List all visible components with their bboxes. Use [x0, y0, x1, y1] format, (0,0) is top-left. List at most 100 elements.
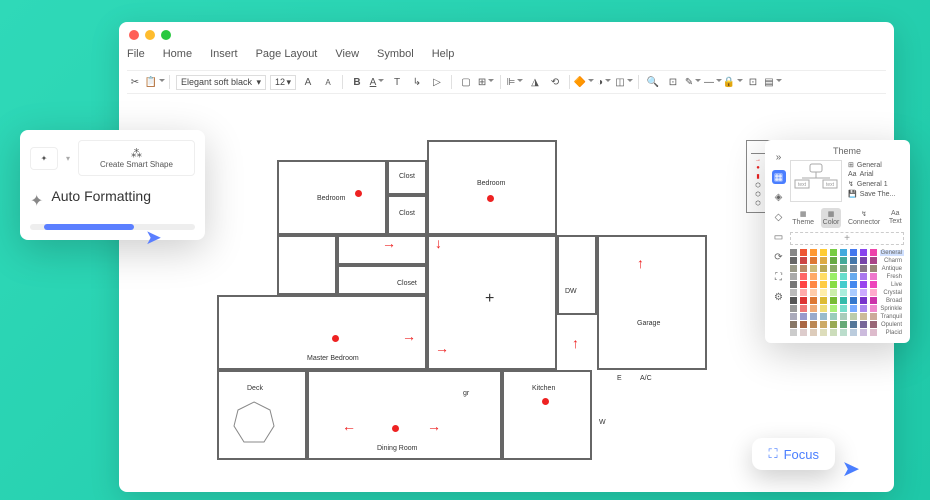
fire-detector-icon	[355, 190, 362, 197]
cut-icon[interactable]: ✂	[127, 74, 143, 90]
crosshair-icon: +	[485, 290, 494, 308]
max-dot[interactable]	[161, 30, 171, 40]
tab-color[interactable]: ▦Color	[821, 208, 842, 228]
search-icon[interactable]: 🔍	[645, 74, 661, 90]
bold-icon[interactable]: B	[349, 74, 365, 90]
room-label: Clost	[399, 173, 415, 180]
format-slider[interactable]	[30, 224, 195, 230]
align-icon[interactable]: ⊫	[507, 74, 523, 90]
room-label: Garage	[637, 320, 660, 327]
palette-broad[interactable]: Broad	[790, 297, 904, 304]
style-tab-icon[interactable]: ◈	[772, 190, 786, 204]
focus-button[interactable]: ⛶ Focus	[752, 438, 835, 470]
menu-insert[interactable]: Insert	[210, 48, 238, 60]
exit-arrow-icon: ↑	[572, 335, 579, 351]
history-tab-icon[interactable]: ⟳	[772, 250, 786, 264]
fire-detector-icon	[487, 195, 494, 202]
menu-view[interactable]: View	[335, 48, 359, 60]
size-up-icon[interactable]: A	[300, 74, 316, 90]
window-controls	[129, 30, 171, 40]
theme-tabs: ▦Theme ▦Color ↯Connector AaText	[790, 208, 904, 228]
fire-detector-icon	[392, 425, 399, 432]
collapse-icon[interactable]: »	[772, 150, 786, 164]
palette-live[interactable]: Live	[790, 281, 904, 288]
floor-plan[interactable]: Bedroom Clost Clost Bedroom ↓ Closet → M…	[277, 140, 707, 460]
distribute-icon[interactable]: ◮	[527, 74, 543, 90]
layer-tab-icon[interactable]: ◇	[772, 210, 786, 224]
palette-placid[interactable]: Placid	[790, 329, 904, 336]
focus-label: Focus	[784, 447, 819, 462]
auto-format-popup: ✦ ▾ ⁂ Create Smart Shape ✦ Auto Formatti…	[20, 130, 205, 240]
exit-arrow-icon: →	[427, 418, 441, 434]
room-label: Deck	[247, 385, 263, 392]
theme-title: Theme	[790, 146, 904, 156]
menu-file[interactable]: File	[127, 48, 145, 60]
size-down-icon[interactable]: A	[320, 74, 336, 90]
underline-icon[interactable]: A	[369, 74, 385, 90]
connector-icon[interactable]: ↳	[409, 74, 425, 90]
rotate-icon[interactable]: ⟲	[547, 74, 563, 90]
shape-icon[interactable]: ▢	[458, 74, 474, 90]
grid-icon[interactable]: ⊡	[745, 74, 761, 90]
theme-tab-icon[interactable]: ▦	[772, 170, 786, 184]
preset-general[interactable]: ⊞General	[848, 160, 904, 170]
palette-fresh[interactable]: Fresh	[790, 273, 904, 280]
paste-icon[interactable]: 📋	[147, 74, 163, 90]
svg-text:text: text	[798, 182, 807, 188]
palette-general[interactable]: General	[790, 249, 904, 256]
palette-tranquil[interactable]: Tranquil	[790, 313, 904, 320]
water-label: W	[599, 419, 606, 426]
pen-icon[interactable]: ✎	[685, 74, 701, 90]
toolbar: ✂ 📋 Elegant soft black▾ 12▾ A A B A T ↳ …	[127, 70, 886, 94]
settings-tab-icon[interactable]: ⚙	[772, 290, 786, 304]
theme-preview: text text	[790, 160, 842, 202]
fill-icon[interactable]: 🔶	[576, 74, 592, 90]
elec-label: E	[617, 375, 622, 382]
room-label: Clost	[399, 210, 415, 217]
add-palette-button[interactable]: +	[790, 232, 904, 245]
layers-icon[interactable]: ▤	[765, 74, 781, 90]
preset-arial[interactable]: AaArial	[848, 170, 904, 179]
preset-save[interactable]: 💾Save The...	[848, 189, 904, 199]
image-icon[interactable]: ⊡	[665, 74, 681, 90]
palette-sprinkle[interactable]: Sprinkle	[790, 305, 904, 312]
deck-table-icon	[232, 400, 277, 445]
size-select[interactable]: 12▾	[270, 75, 296, 90]
menu-help[interactable]: Help	[432, 48, 455, 60]
theme-panel: » ▦ ◈ ◇ ▭ ⟳ ⛶ ⚙ Theme texttext ⊞General …	[765, 140, 910, 343]
palette-crystal[interactable]: Crystal	[790, 289, 904, 296]
pointer-icon[interactable]: ▷	[429, 74, 445, 90]
min-dot[interactable]	[145, 30, 155, 40]
svg-text:text: text	[826, 182, 835, 188]
room-label: Bedroom	[317, 195, 345, 202]
cursor-icon: ➤	[145, 225, 162, 250]
table-icon[interactable]: ⊞	[478, 74, 494, 90]
close-dot[interactable]	[129, 30, 139, 40]
lock-icon[interactable]: 🔒	[725, 74, 741, 90]
palette-antique[interactable]: Antique	[790, 265, 904, 272]
tab-theme[interactable]: ▦Theme	[790, 208, 816, 228]
room-label: Bedroom	[477, 180, 505, 187]
room-label: Closet	[397, 280, 417, 287]
font-select[interactable]: Elegant soft black▾	[176, 75, 266, 90]
page-tab-icon[interactable]: ▭	[772, 230, 786, 244]
shadow-icon[interactable]: ◑	[596, 74, 612, 90]
tab-connector[interactable]: ↯Connector	[846, 208, 882, 228]
text-icon[interactable]: T	[389, 74, 405, 90]
create-smart-shape-button[interactable]: ⁂ Create Smart Shape	[78, 140, 195, 176]
line-icon[interactable]: —	[705, 74, 721, 90]
preset-general1[interactable]: ↯General 1	[848, 179, 904, 189]
palette-charm[interactable]: Charm	[790, 257, 904, 264]
room-label: Kitchen	[532, 385, 555, 392]
room-label: DW	[565, 288, 577, 295]
menu-symbol[interactable]: Symbol	[377, 48, 414, 60]
cursor-icon: ➤	[842, 456, 860, 482]
more-tab-icon[interactable]: ⛶	[772, 270, 786, 284]
menu-home[interactable]: Home	[163, 48, 192, 60]
menu-page-layout[interactable]: Page Layout	[256, 48, 318, 60]
spark-icon[interactable]: ✦	[30, 147, 58, 170]
focus-icon: ⛶	[768, 446, 777, 462]
palette-opulent[interactable]: Opulent	[790, 321, 904, 328]
crop-icon[interactable]: ◫	[616, 74, 632, 90]
tab-text[interactable]: AaText	[887, 208, 904, 228]
